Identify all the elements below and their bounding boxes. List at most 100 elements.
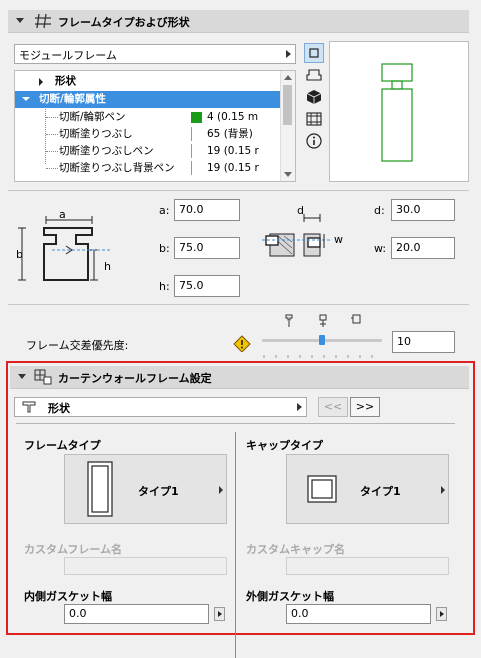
elevation-view-icon[interactable]	[305, 66, 323, 84]
tree-item-label: 形状	[55, 75, 76, 87]
dim-d-input[interactable]: 30.0	[391, 199, 455, 221]
prev-page-button[interactable]: <<	[318, 397, 348, 417]
frame-preview	[329, 41, 469, 182]
frame-grid-icon	[35, 13, 51, 29]
collapse-triangle-icon[interactable]	[18, 374, 26, 379]
tree-item-cut-fill[interactable]: 切断塗りつぶし 65 (背景)	[15, 126, 281, 143]
frame-kind-dropdown[interactable]: モジュールフレーム	[14, 44, 296, 64]
3d-view-icon[interactable]	[305, 88, 323, 106]
frame-type-picker[interactable]: タイプ1	[64, 454, 227, 524]
tree-item-label: 切断/輪郭ペン	[59, 111, 126, 123]
dim-d-label: d:	[374, 204, 385, 217]
dim-b-label: b:	[159, 242, 170, 255]
divider	[16, 423, 455, 424]
section-view-icon[interactable]	[305, 110, 323, 128]
attribute-tree[interactable]: 形状 切断/輪郭属性 切断/輪郭ペン 4 (0.15 m 切断塗りつぶし 65 …	[14, 70, 296, 182]
diagram-label-b: b	[16, 248, 23, 261]
square-view-icon	[309, 48, 319, 58]
view-2d-button[interactable]	[304, 43, 324, 63]
cap-type-value: タイプ1	[360, 485, 401, 498]
inner-gasket-label: 内側ガスケット幅	[24, 590, 112, 603]
collapse-arrow-icon[interactable]	[22, 97, 30, 101]
frame-type-section-header[interactable]: フレームタイプおよび形状	[8, 10, 469, 33]
value-divider	[191, 127, 192, 141]
frame-preview-drawing	[381, 63, 413, 162]
cap-type-picker[interactable]: タイプ1	[286, 454, 449, 524]
cap-type-thumbnail-icon	[307, 475, 337, 503]
picker-arrow-icon	[441, 486, 445, 494]
dim-h-label: h:	[159, 280, 170, 293]
section-title: カーテンウォールフレーム設定	[58, 372, 212, 385]
curtain-wall-section-header[interactable]: カーテンウォールフレーム設定	[10, 366, 469, 389]
inner-gasket-play-icon[interactable]	[214, 607, 225, 621]
curtain-wall-icon	[34, 369, 52, 385]
tree-item-shape[interactable]: 形状	[31, 73, 295, 90]
outer-gasket-input[interactable]: 0.0	[286, 604, 431, 624]
tree-item-label: 切断塗りつぶし	[59, 128, 133, 140]
priority-low-icon	[285, 314, 293, 327]
dim-w-input[interactable]: 20.0	[391, 237, 455, 259]
divider	[8, 190, 469, 191]
gasket-profile-diagram	[262, 214, 332, 257]
diagram-label-d: d	[297, 204, 304, 217]
priority-mid-icon	[319, 314, 327, 327]
slider-ticks	[262, 349, 382, 358]
section-title: フレームタイプおよび形状	[58, 16, 190, 29]
dim-h-input[interactable]: 75.0	[174, 275, 240, 297]
settings-page-dropdown[interactable]: 形状	[14, 397, 307, 417]
scroll-down-icon[interactable]	[284, 172, 292, 177]
dim-w-label: w:	[374, 242, 387, 255]
dim-a-input[interactable]: 70.0	[174, 199, 240, 221]
frame-profile-diagram	[18, 216, 112, 281]
outer-gasket-play-icon[interactable]	[436, 607, 447, 621]
custom-cap-name-input	[286, 557, 449, 575]
expand-arrow-icon[interactable]	[39, 78, 43, 86]
priority-label: フレーム交差優先度:	[26, 339, 129, 352]
tree-item-label: 切断塗りつぶしペン	[59, 145, 154, 157]
custom-frame-name-input	[64, 557, 227, 575]
custom-cap-name-label: カスタムキャップ名	[246, 543, 345, 556]
diagram-label-w: w	[334, 233, 343, 246]
dropdown-value: モジュールフレーム	[19, 49, 117, 62]
tree-item-label: 切断/輪郭属性	[39, 93, 106, 105]
dim-a-label: a:	[159, 204, 170, 217]
diagram-label-a: a	[59, 208, 66, 221]
tree-guide-line	[46, 134, 58, 135]
tree-item-value: 4 (0.15 m	[207, 111, 259, 123]
next-page-button[interactable]: >>	[350, 397, 380, 417]
tree-item-label: 切断塗りつぶし背景ペン	[59, 162, 175, 174]
scroll-up-icon[interactable]	[284, 75, 292, 80]
inner-gasket-input[interactable]: 0.0	[64, 604, 209, 624]
diagram-label-h: h	[104, 260, 111, 273]
dropdown-arrow-icon	[286, 50, 291, 58]
dim-b-input[interactable]: 75.0	[174, 237, 240, 259]
tree-item-cut-fill-pen[interactable]: 切断塗りつぶしペン 19 (0.15 r	[15, 143, 281, 160]
outer-gasket-label: 外側ガスケット幅	[246, 590, 334, 603]
pen-color-swatch[interactable]	[191, 112, 202, 123]
collapse-triangle-icon[interactable]	[16, 18, 24, 23]
tree-guide-line	[46, 151, 58, 152]
tree-item-cut-fill-bg-pen[interactable]: 切断塗りつぶし背景ペン 19 (0.15 r	[15, 160, 281, 177]
tree-item-value: 65 (背景)	[207, 128, 253, 140]
frame-type-value: タイプ1	[138, 485, 179, 498]
tree-scrollbar[interactable]	[280, 71, 295, 181]
info-icon[interactable]	[305, 132, 323, 150]
tree-item-cut-attributes[interactable]: 切断/輪郭属性	[15, 91, 281, 108]
value-divider	[191, 161, 192, 175]
custom-frame-name-label: カスタムフレーム名	[24, 543, 123, 556]
value-divider	[191, 144, 192, 158]
divider	[8, 304, 469, 305]
tree-item-value: 19 (0.15 r	[207, 145, 259, 157]
cap-type-heading: キャップタイプ	[246, 439, 323, 452]
dropdown-arrow-icon	[297, 403, 302, 411]
tree-item-value: 19 (0.15 r	[207, 162, 259, 174]
tree-item-cut-pen[interactable]: 切断/輪郭ペン 4 (0.15 m	[15, 100, 281, 164]
priority-slider-thumb[interactable]	[319, 335, 325, 345]
priority-input[interactable]: 10	[392, 331, 455, 353]
scroll-thumb[interactable]	[283, 85, 292, 125]
frame-type-heading: フレームタイプ	[24, 439, 101, 452]
frame-shape-icon	[22, 401, 36, 413]
frame-type-thumbnail-icon	[87, 461, 113, 517]
priority-high-icon	[351, 314, 361, 324]
warning-icon	[233, 335, 251, 352]
